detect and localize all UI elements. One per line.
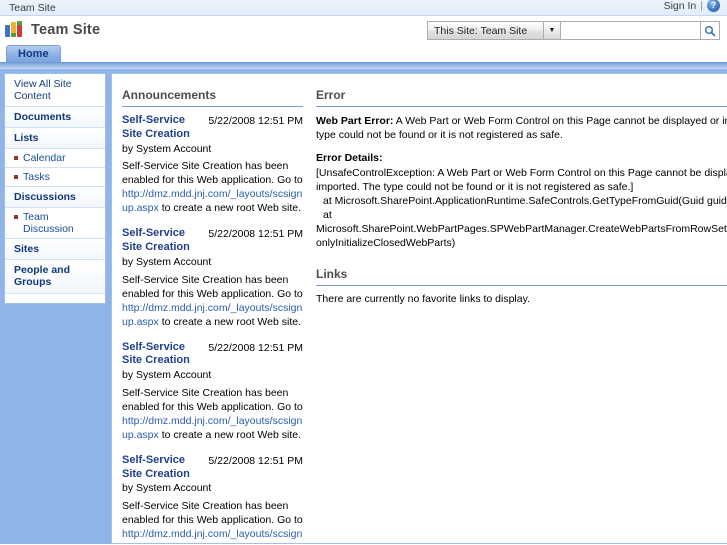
announcements-webpart: Announcements Self-Service Site Creation… — [112, 74, 310, 543]
announcement-author: by System Account — [122, 369, 212, 382]
search-button[interactable] — [701, 21, 720, 40]
sidebar-item-people-and-groups[interactable]: People and Groups — [5, 260, 105, 294]
bullet-icon — [14, 215, 18, 220]
tab-bar: Home — [0, 44, 727, 62]
announcement-date: 5/22/2008 12:51 PM — [208, 454, 303, 467]
sidebar-item-label: People and Groups — [14, 264, 71, 289]
announcement-body-text: Self-Service Site Creation has been enab… — [122, 273, 303, 300]
links-webpart: Links There are currently no favorite li… — [316, 267, 727, 305]
search-input[interactable] — [561, 21, 701, 40]
sidebar-item-discussions[interactable]: Discussions — [5, 187, 105, 209]
bullet-icon — [14, 156, 18, 161]
bullet-icon — [14, 175, 18, 180]
announcement-body-text: Self-Service Site Creation has been enab… — [122, 386, 303, 413]
error-details-line: [UnsafeControlException: A Web Part or W… — [316, 166, 727, 193]
announcement-head: Self-Service Site Creation 5/22/2008 12:… — [122, 341, 303, 369]
sidebar-item-label: Discussions — [14, 191, 76, 204]
announcement-head: Self-Service Site Creation 5/22/2008 12:… — [122, 454, 303, 482]
error-details: Error Details: [UnsafeControlException: … — [316, 151, 727, 250]
sidebar-item-label: Lists — [14, 132, 39, 145]
sidebar-item-tasks[interactable]: Tasks — [5, 168, 105, 188]
announcement-author: by System Account — [122, 255, 212, 268]
tab-home[interactable]: Home — [6, 45, 61, 62]
announcement-item: Self-Service Site Creation 5/22/2008 12:… — [122, 341, 303, 443]
error-details-line: at Microsoft.SharePoint.ApplicationRunti… — [323, 194, 727, 207]
browser-page-title: Team Site — [9, 1, 56, 14]
page-title: Team Site — [31, 22, 101, 38]
error-webpart: Error Web Part Error: A Web Part or Web … — [316, 88, 727, 251]
search-bar: This Site: Team Site ▼ — [427, 21, 720, 40]
announcement-head: Self-Service Site Creation 5/22/2008 12:… — [122, 227, 303, 255]
error-webpart-title: Error — [316, 88, 346, 102]
content-wrapper: Announcements Self-Service Site Creation… — [110, 69, 727, 544]
announcement-title-link[interactable]: Self-Service Site Creation — [122, 114, 202, 142]
sidebar-item-label: Calendar — [23, 152, 66, 165]
content-panel: Announcements Self-Service Site Creation… — [111, 73, 727, 544]
signin-separator: | — [700, 0, 703, 12]
announcement-item: Self-Service Site Creation 5/22/2008 12:… — [122, 227, 303, 329]
error-details-label: Error Details: — [316, 152, 383, 165]
announcement-author: by System Account — [122, 482, 212, 495]
sharepoint-logo-icon — [5, 21, 27, 39]
chevron-down-icon[interactable]: ▼ — [543, 22, 560, 39]
announcement-author: by System Account — [122, 142, 212, 155]
sidebar-nav-box: View All Site Content Documents Lists Ca… — [4, 73, 106, 304]
announcement-item: Self-Service Site Creation 5/22/2008 12:… — [122, 114, 303, 216]
sidebar-item-documents[interactable]: Documents — [5, 107, 105, 129]
sign-in-link[interactable]: Sign In — [664, 0, 697, 12]
site-header: Team Site Sign In | ? This Site: Team Si… — [0, 0, 727, 44]
sidebar-nav-tail — [5, 293, 105, 303]
sidebar-item-label: Sites — [14, 243, 40, 256]
announcement-body-tail: to create a new root Web site. — [161, 202, 301, 215]
announcement-body-text: Self-Service Site Creation has been enab… — [122, 160, 303, 187]
announcement-date: 5/22/2008 12:51 PM — [208, 341, 303, 354]
announcement-title-link[interactable]: Self-Service Site Creation — [122, 341, 202, 369]
announcement-body-text: Self-Service Site Creation has been enab… — [122, 500, 303, 527]
search-magnifier-icon — [705, 25, 716, 36]
right-column: Error Web Part Error: A Web Part or Web … — [310, 74, 727, 543]
error-details-line: Microsoft.SharePoint.WebPartPages.SPWebP… — [316, 223, 727, 250]
header-band-divider — [0, 62, 727, 69]
sidebar: View All Site Content Documents Lists Ca… — [0, 69, 110, 544]
main-area: View All Site Content Documents Lists Ca… — [0, 69, 727, 544]
announcement-item: Self-Service Site Creation 5/22/2008 12:… — [122, 454, 303, 543]
signin-area: Sign In | ? — [664, 0, 720, 12]
links-empty-text: There are currently no favorite links to… — [316, 292, 530, 305]
help-icon[interactable]: ? — [707, 0, 720, 12]
error-summary-label: Web Part Error: — [316, 115, 394, 127]
sidebar-item-label: Team Discussion — [23, 211, 74, 236]
announcement-body-tail: to create a new root Web site. — [161, 428, 301, 441]
announcement-head: Self-Service Site Creation 5/22/2008 12:… — [122, 114, 303, 142]
announcements-title: Announcements — [122, 88, 217, 102]
announcement-date: 5/22/2008 12:51 PM — [208, 115, 303, 127]
sidebar-item-lists[interactable]: Lists — [5, 128, 105, 150]
links-webpart-title: Links — [316, 266, 348, 281]
sidebar-item-view-all-site-content[interactable]: View All Site Content — [5, 74, 105, 108]
sidebar-item-sites[interactable]: Sites — [5, 239, 105, 261]
announcement-title-link[interactable]: Self-Service Site Creation — [122, 227, 202, 255]
announcement-body-tail: to create a new root Web site. — [161, 315, 301, 328]
error-details-line: at — [323, 209, 332, 222]
browser-title-strip: Team Site — [0, 0, 727, 16]
sidebar-item-label: Documents — [14, 111, 72, 124]
sidebar-item-calendar[interactable]: Calendar — [5, 149, 105, 169]
sidebar-item-label: Tasks — [23, 171, 50, 184]
error-webpart-divider — [316, 106, 727, 107]
search-scope-label: This Site: Team Site — [434, 24, 528, 37]
sidebar-item-label: View All Site Content — [14, 78, 72, 103]
links-webpart-divider — [316, 284, 727, 286]
announcement-body-tail: to create a new root Web site. — [162, 542, 301, 543]
announcement-date: 5/22/2008 12:51 PM — [208, 228, 303, 241]
announcements-divider — [122, 106, 303, 107]
sidebar-item-team-discussion[interactable]: Team Discussion — [5, 208, 105, 240]
announcement-title-link[interactable]: Self-Service Site Creation — [122, 454, 202, 482]
search-scope-select[interactable]: This Site: Team Site ▼ — [427, 21, 561, 40]
error-summary: Web Part Error: A Web Part or Web Form C… — [316, 114, 727, 142]
